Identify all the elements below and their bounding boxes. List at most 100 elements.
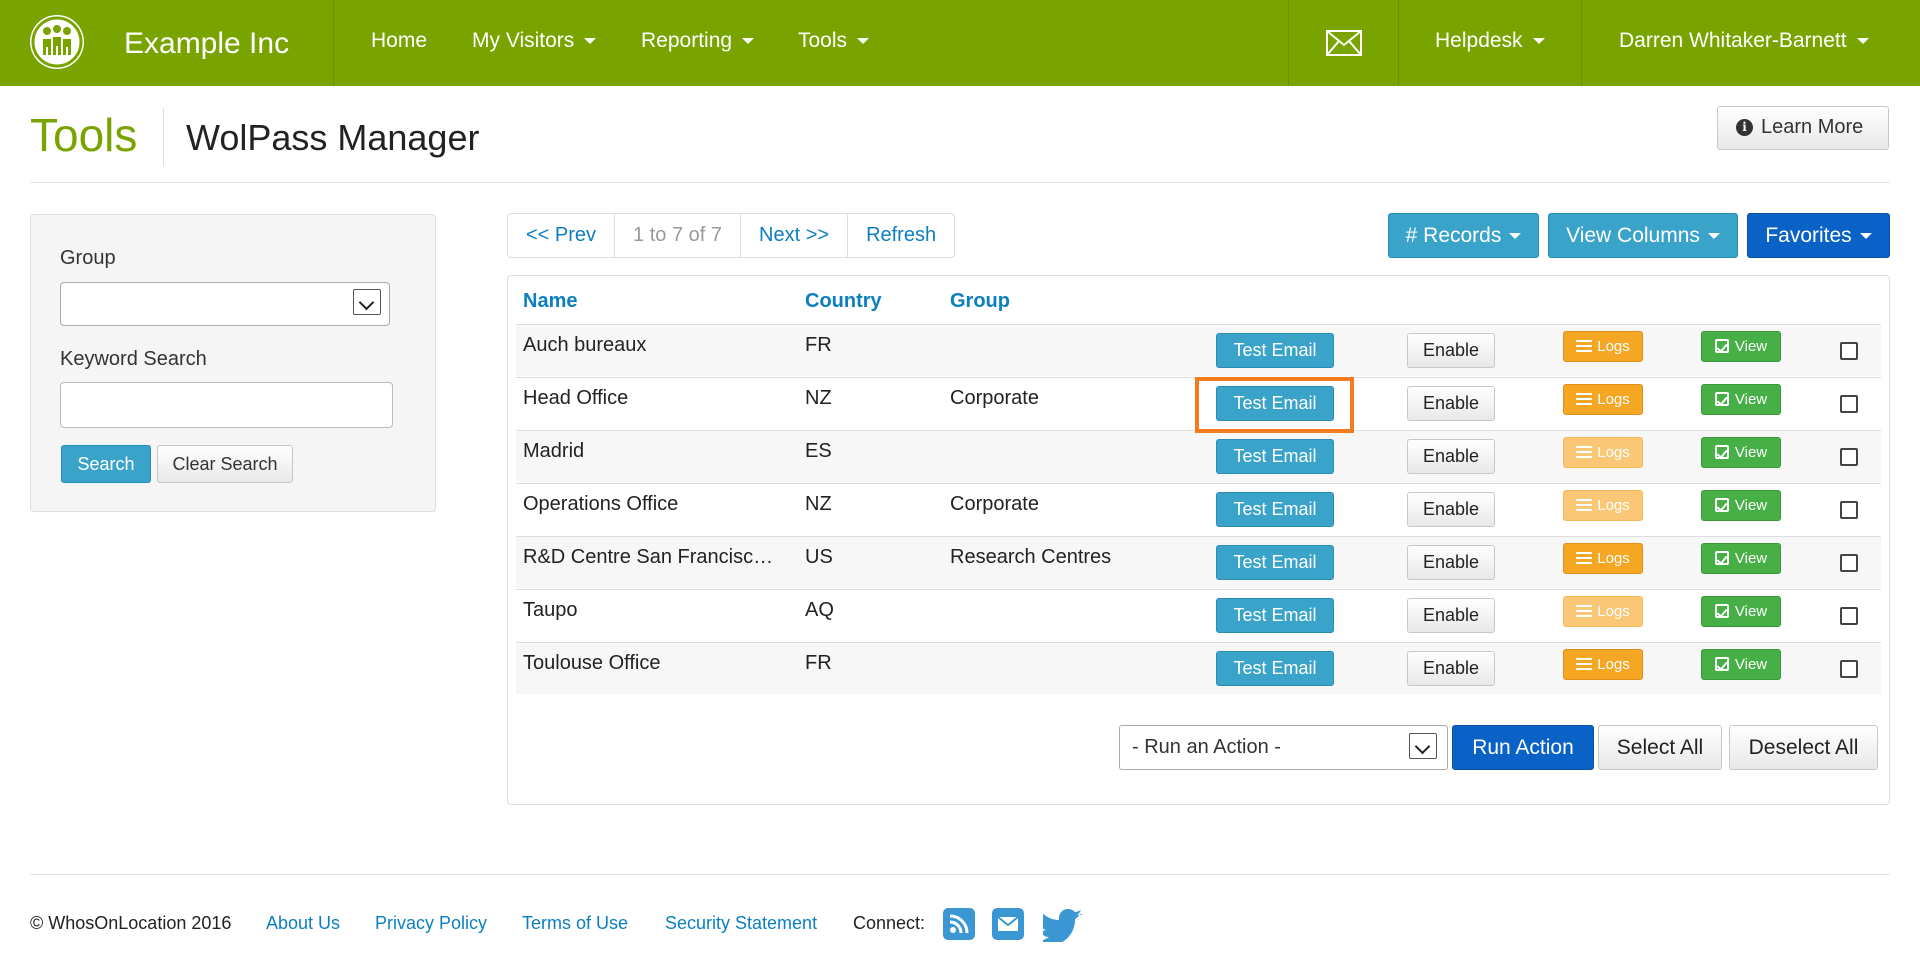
column-header-group[interactable]: Group (950, 290, 1010, 313)
keyword-search-label: Keyword Search (60, 348, 207, 370)
enable-button[interactable]: Enable (1407, 598, 1495, 633)
page-title: Tools (30, 109, 138, 161)
group-label: Group (60, 247, 116, 269)
cell-country: FR (805, 652, 832, 674)
nav-user-menu[interactable]: Darren Whitaker-Barnett (1619, 29, 1869, 53)
records-dropdown-button[interactable]: # Records (1388, 213, 1539, 258)
enable-button[interactable]: Enable (1407, 545, 1495, 580)
group-select[interactable] (60, 282, 390, 326)
list-icon (1576, 340, 1593, 352)
nav-tools-label: Tools (798, 29, 848, 52)
logs-button[interactable]: Logs (1563, 384, 1643, 415)
view-button[interactable]: View (1701, 596, 1781, 627)
edit-icon (1714, 604, 1729, 618)
view-label: View (1734, 444, 1768, 461)
cell-name: Taupo (523, 599, 578, 621)
list-icon (1576, 499, 1593, 511)
footer-link-terms[interactable]: Terms of Use (522, 913, 628, 934)
table-row: Toulouse Office FR Test Email Enable Logs Vie… (516, 642, 1881, 694)
row-checkbox[interactable] (1840, 554, 1858, 572)
nav-my-visitors[interactable]: My Visitors (472, 29, 597, 53)
enable-button[interactable]: Enable (1407, 492, 1495, 527)
messages-button[interactable] (1326, 30, 1362, 61)
footer-link-about[interactable]: About Us (266, 913, 340, 934)
list-icon (1576, 393, 1593, 405)
cell-country: FR (805, 334, 832, 356)
enable-button[interactable]: Enable (1407, 386, 1495, 421)
row-checkbox[interactable] (1840, 395, 1858, 413)
row-checkbox[interactable] (1840, 501, 1858, 519)
nav-home[interactable]: Home (371, 29, 427, 53)
view-button[interactable]: View (1701, 490, 1781, 521)
table-row: Taupo AQ Test Email Enable Logs View (516, 589, 1881, 641)
nav-divider (1398, 0, 1399, 86)
view-button[interactable]: View (1701, 649, 1781, 680)
learn-more-button[interactable]: i Learn More (1717, 106, 1889, 150)
nav-tools[interactable]: Tools (798, 29, 870, 53)
list-icon (1576, 446, 1593, 458)
logs-button[interactable]: Logs (1563, 490, 1643, 521)
logs-button[interactable]: Logs (1563, 649, 1643, 680)
footer-link-privacy[interactable]: Privacy Policy (375, 913, 487, 934)
row-checkbox[interactable] (1840, 342, 1858, 360)
clear-search-button[interactable]: Clear Search (157, 445, 293, 483)
list-icon (1576, 605, 1593, 617)
view-button[interactable]: View (1701, 437, 1781, 468)
enable-button[interactable]: Enable (1407, 439, 1495, 474)
row-checkbox[interactable] (1840, 448, 1858, 466)
favorites-dropdown-button[interactable]: Favorites (1747, 213, 1890, 258)
view-label: View (1734, 550, 1768, 567)
view-button[interactable]: View (1701, 543, 1781, 574)
row-checkbox[interactable] (1840, 660, 1858, 678)
row-checkbox[interactable] (1840, 607, 1858, 625)
rss-icon[interactable] (943, 908, 975, 940)
column-header-country[interactable]: Country (805, 290, 882, 313)
twitter-icon[interactable] (1036, 908, 1087, 945)
refresh-button[interactable]: Refresh (848, 214, 954, 257)
prev-page-button[interactable]: << Prev (508, 214, 616, 257)
view-columns-dropdown-button[interactable]: View Columns (1548, 213, 1738, 258)
test-email-button[interactable]: Test Email (1216, 651, 1334, 686)
logs-button[interactable]: Logs (1563, 437, 1643, 468)
test-email-button[interactable]: Test Email (1216, 598, 1334, 633)
top-navbar: Example Inc Home My Visitors Reporting T… (0, 0, 1920, 86)
nav-home-label: Home (371, 29, 428, 52)
search-button[interactable]: Search (61, 445, 151, 483)
cell-country: US (805, 546, 833, 568)
cell-country: NZ (805, 387, 832, 409)
logs-button[interactable]: Logs (1563, 331, 1643, 362)
run-action-select-value: - Run an Action - (1132, 736, 1281, 758)
view-button[interactable]: View (1701, 331, 1781, 362)
email-icon[interactable] (992, 908, 1024, 940)
test-email-button[interactable]: Test Email (1216, 439, 1334, 474)
cell-name: Auch bureaux (523, 334, 647, 356)
deselect-all-button[interactable]: Deselect All (1729, 725, 1878, 770)
footer-divider (30, 874, 1890, 875)
next-page-button[interactable]: Next >> (741, 214, 849, 257)
logs-label: Logs (1597, 550, 1630, 567)
test-email-button[interactable]: Test Email (1216, 333, 1334, 368)
enable-button[interactable]: Enable (1407, 651, 1495, 686)
edit-icon (1714, 392, 1729, 406)
logs-button[interactable]: Logs (1563, 543, 1643, 574)
records-label: # Records (1405, 224, 1502, 247)
user-name: Darren Whitaker-Barnett (1619, 29, 1847, 52)
test-email-button[interactable]: Test Email (1216, 492, 1334, 527)
logs-button[interactable]: Logs (1563, 596, 1643, 627)
enable-button[interactable]: Enable (1407, 333, 1495, 368)
chevron-down-icon (857, 38, 870, 45)
run-action-button[interactable]: Run Action (1452, 725, 1594, 770)
column-header-name[interactable]: Name (523, 290, 577, 313)
view-button[interactable]: View (1701, 384, 1781, 415)
keyword-search-input[interactable] (60, 382, 393, 428)
table-row: Auch bureaux FR Test Email Enable Logs View (516, 324, 1881, 376)
table-row: Madrid ES Test Email Enable Logs View (516, 430, 1881, 482)
test-email-button[interactable]: Test Email (1216, 545, 1334, 580)
nav-reporting[interactable]: Reporting (641, 29, 755, 53)
run-action-select[interactable]: - Run an Action - (1119, 725, 1448, 770)
select-all-button[interactable]: Select All (1598, 725, 1722, 770)
nav-helpdesk[interactable]: Helpdesk (1435, 29, 1545, 53)
footer-link-security[interactable]: Security Statement (665, 913, 817, 934)
nav-reporting-label: Reporting (641, 29, 733, 52)
brand[interactable]: Example Inc (0, 0, 334, 86)
